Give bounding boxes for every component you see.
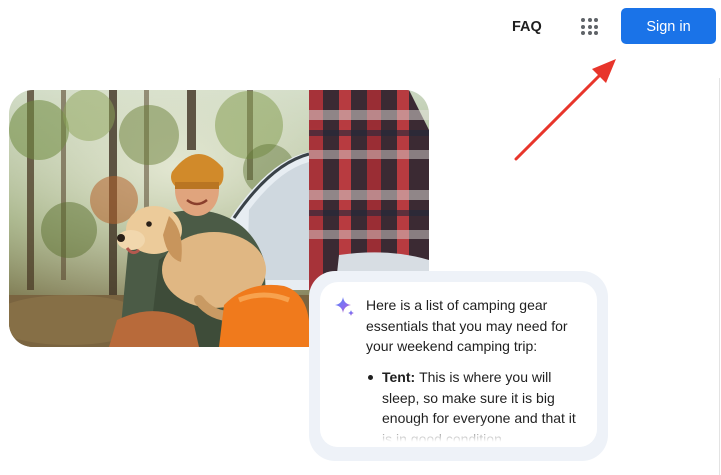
chat-response-card: Here is a list of camping gear essential…: [320, 282, 597, 447]
annotation-arrow-icon: [514, 59, 616, 161]
list-item-term: Tent:: [382, 369, 420, 385]
sparkle-icon: [335, 297, 354, 316]
sign-in-button[interactable]: Sign in: [621, 8, 716, 44]
chat-intro-text: Here is a list of camping gear essential…: [366, 297, 568, 354]
faq-link[interactable]: FAQ: [512, 17, 542, 37]
chat-fade-overlay: [320, 421, 597, 447]
apps-button[interactable]: [572, 9, 606, 43]
side-divider: [719, 78, 720, 475]
apps-grid-icon: [581, 18, 598, 35]
bullet-icon: [368, 375, 373, 380]
